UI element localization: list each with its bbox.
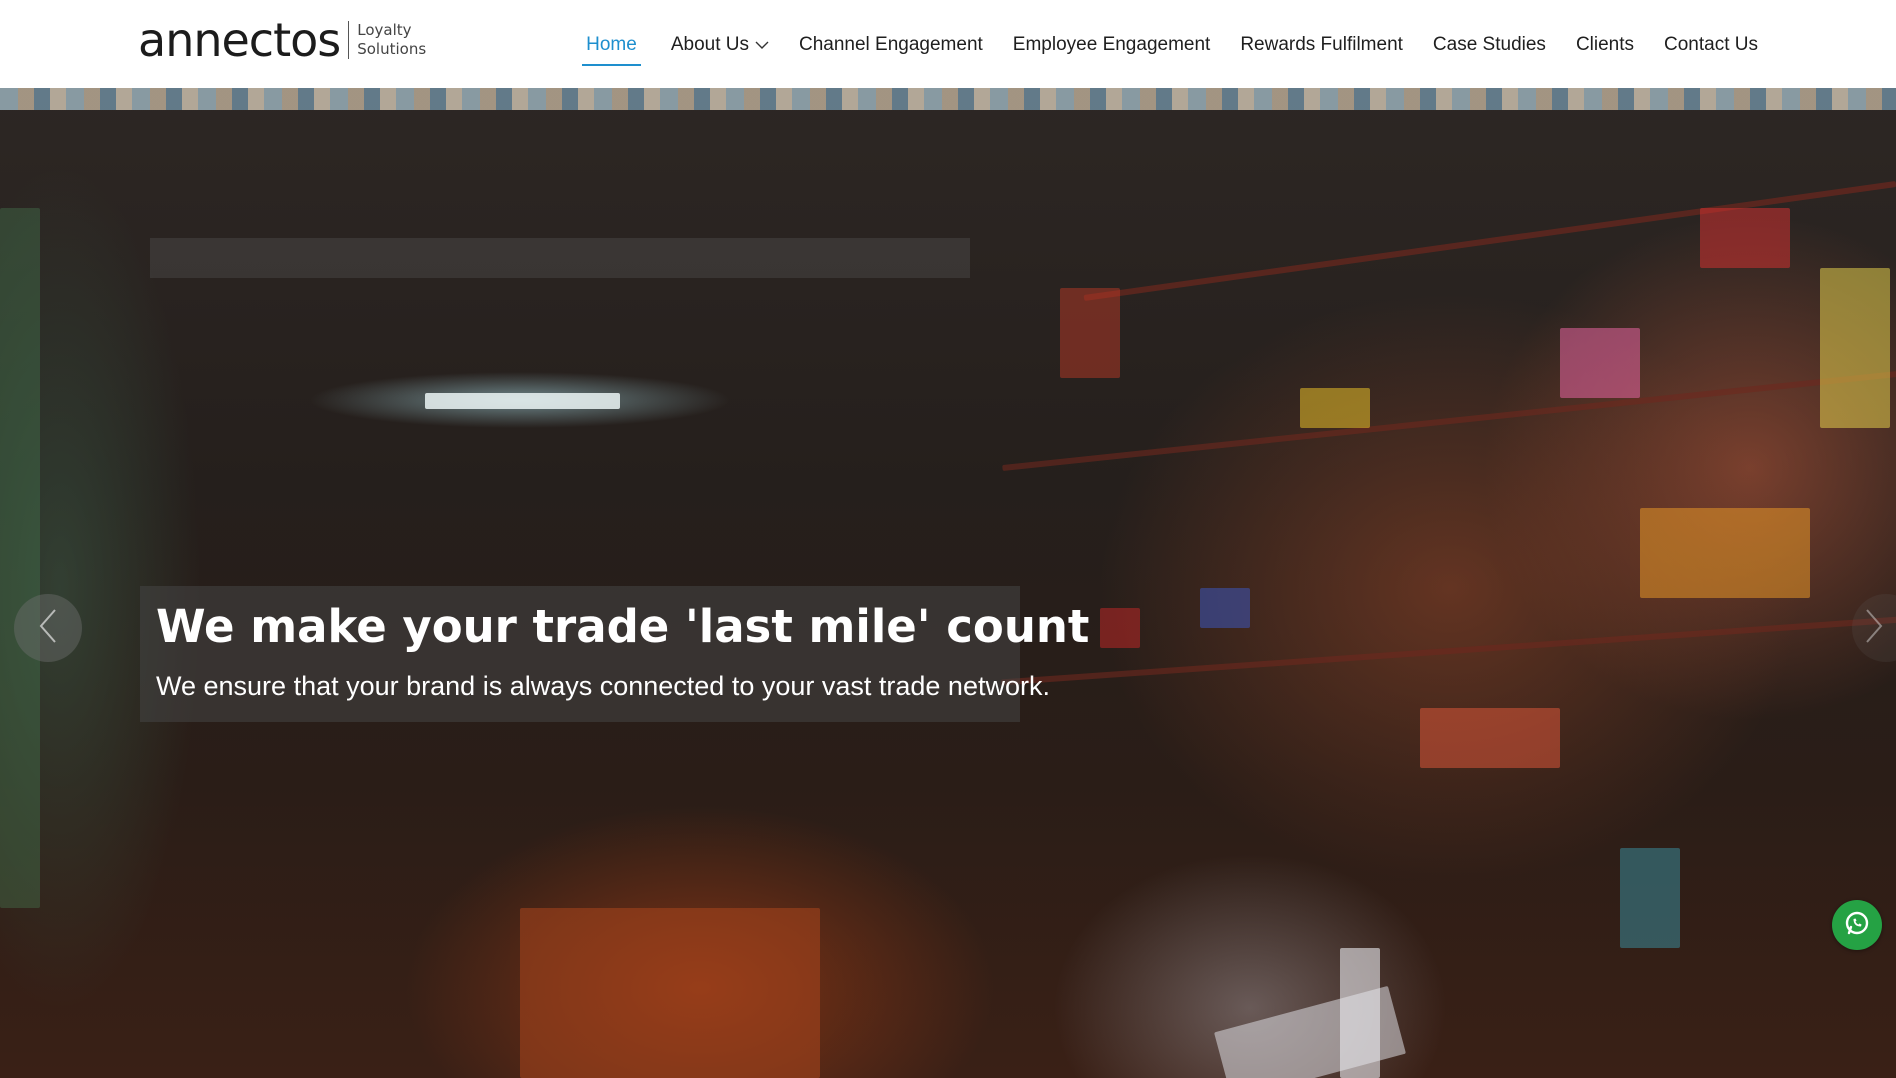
nav-item-label: About Us	[670, 34, 749, 55]
nav-item-about-us[interactable]: About Us	[671, 26, 769, 64]
nav-item-clients[interactable]: Clients	[1576, 26, 1634, 64]
nav-item-contact-us[interactable]: Contact Us	[1664, 26, 1758, 64]
whatsapp-icon	[1843, 909, 1871, 942]
slider-prev-button[interactable]	[14, 594, 82, 662]
brand-tagline-line1: Loyalty	[357, 21, 412, 39]
whatsapp-chat-button[interactable]	[1832, 900, 1882, 950]
hero-image-top-strip	[0, 88, 1896, 110]
nav-item-label: Clients	[1575, 34, 1635, 55]
brand-tagline-line2: Solutions	[357, 40, 427, 58]
slider-next-button[interactable]	[1852, 594, 1896, 662]
chevron-down-icon	[755, 41, 769, 50]
nav-item-case-studies[interactable]: Case Studies	[1433, 26, 1546, 64]
hero-title: We make your trade 'last mile' count	[156, 600, 1090, 653]
nav-item-label: Rewards Fulfilment	[1240, 34, 1403, 55]
nav-item-label: Contact Us	[1664, 34, 1758, 55]
nav-item-rewards-fulfilment[interactable]: Rewards Fulfilment	[1240, 26, 1403, 64]
brand-logo[interactable]: annectos Loyalty Solutions	[138, 16, 426, 64]
site-header: annectos Loyalty Solutions Home About Us…	[0, 0, 1896, 88]
brand-name: annectos	[138, 13, 341, 67]
chevron-right-icon	[1863, 608, 1885, 649]
logo-divider	[348, 21, 350, 59]
nav-item-label: Home	[586, 34, 637, 55]
nav-item-label: Case Studies	[1432, 34, 1546, 55]
hero-subtitle: We ensure that your brand is always conn…	[156, 671, 1050, 701]
chevron-left-icon	[37, 608, 59, 649]
nav-item-home[interactable]: Home	[582, 26, 641, 66]
nav-item-label: Employee Engagement	[1012, 34, 1211, 55]
main-nav: Home About Us Channel Engagement Employe…	[582, 26, 1758, 66]
nav-item-employee-engagement[interactable]: Employee Engagement	[1013, 26, 1211, 64]
hero-caption: We make your trade 'last mile' count We …	[140, 586, 1090, 722]
brand-tagline: Loyalty Solutions	[357, 21, 426, 59]
nav-item-channel-engagement[interactable]: Channel Engagement	[799, 26, 983, 64]
nav-item-label: Channel Engagement	[798, 34, 983, 55]
hero-slider: We make your trade 'last mile' count We …	[0, 88, 1896, 1078]
